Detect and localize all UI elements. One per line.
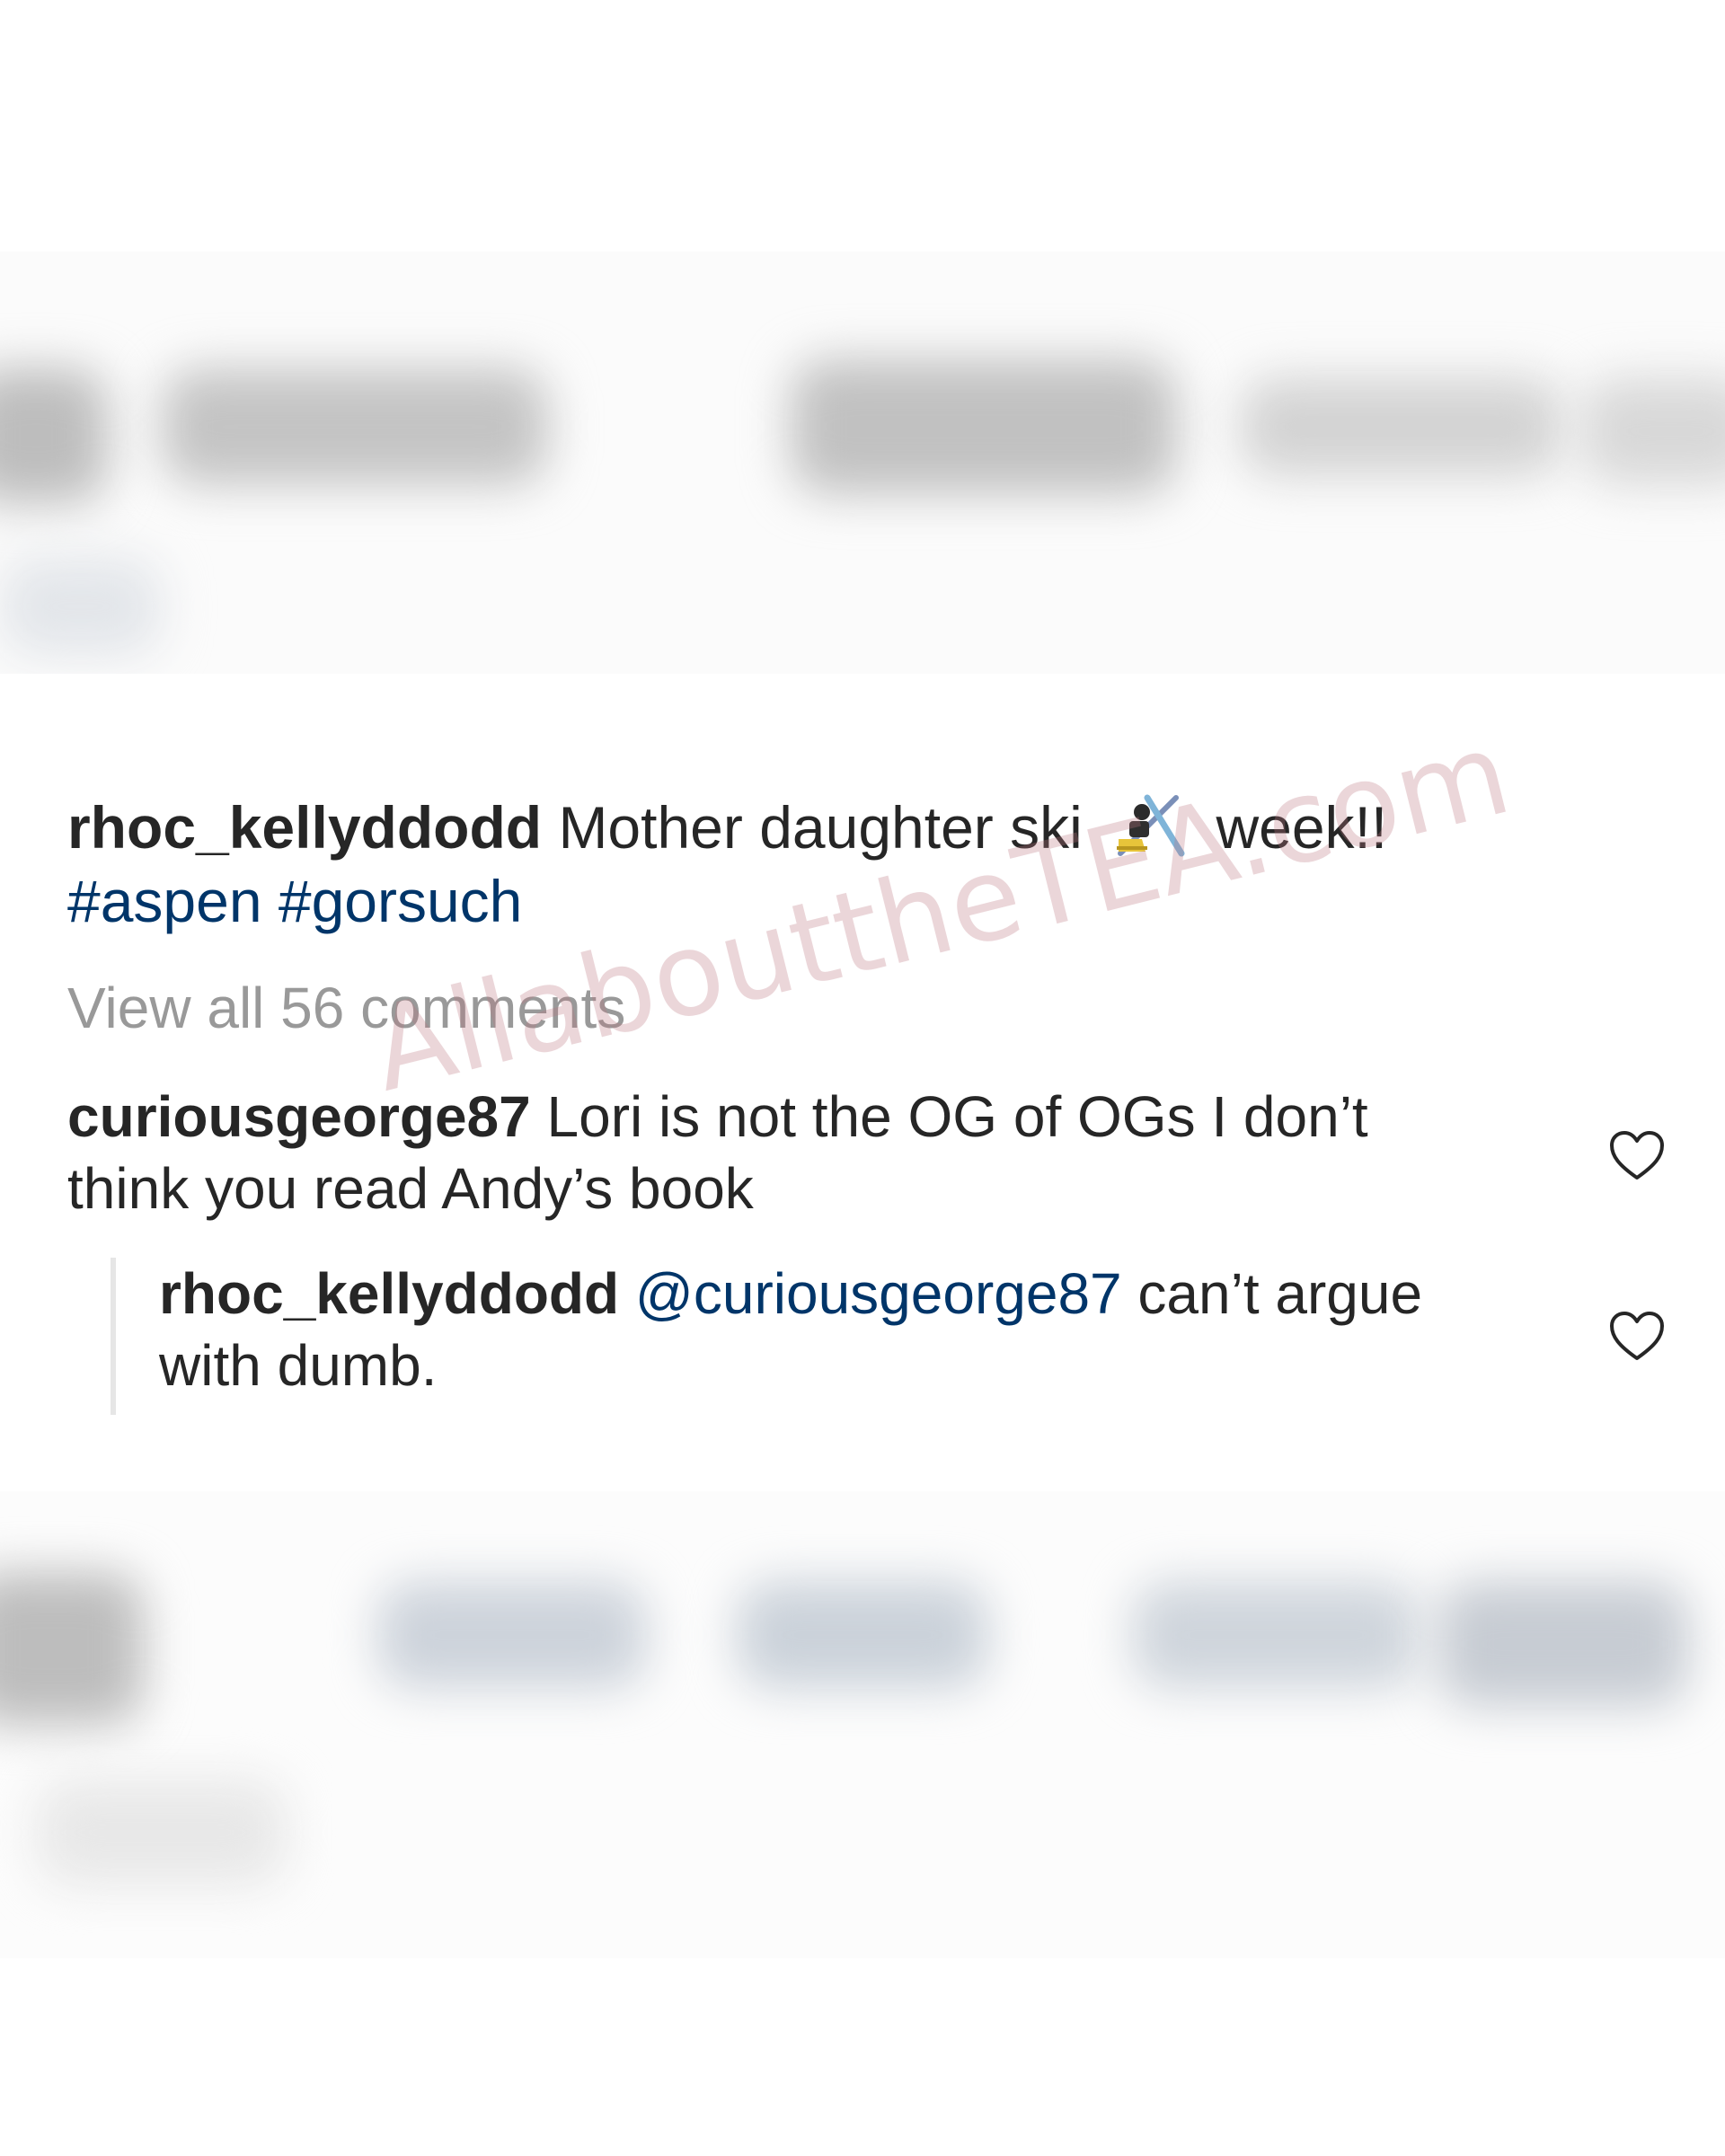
comment-item: curiousgeorge87 Lori is not the OG of OG… [67,1081,1469,1224]
reply-thread-line [111,1258,116,1415]
caption-text-end: week!! [1216,794,1388,861]
hashtag-aspen[interactable]: #aspen [67,868,262,934]
blurred-content-bottom [0,1491,1725,1958]
skier-emoji-icon [1111,794,1187,857]
reply-thread: rhoc_kellyddodd @curiousgeorge87 can’t a… [111,1258,1494,1415]
view-all-comments-link[interactable]: View all 56 comments [67,975,625,1041]
reply-item: rhoc_kellyddodd @curiousgeorge87 can’t a… [159,1258,1489,1401]
heart-outline-icon[interactable] [1608,1129,1666,1181]
hashtag-gorsuch[interactable]: #gorsuch [279,868,523,934]
heart-outline-icon[interactable] [1608,1310,1666,1362]
caption-text: Mother daughter ski [558,794,1083,861]
comment-username[interactable]: curiousgeorge87 [67,1084,531,1149]
caption-username[interactable]: rhoc_kellyddodd [67,794,542,861]
blurred-content-top [0,252,1725,674]
reply-username[interactable]: rhoc_kellyddodd [159,1261,619,1326]
post-caption: rhoc_kellyddodd Mother daughter ski week… [67,791,1541,938]
reply-mention[interactable]: @curiousgeorge87 [635,1261,1122,1326]
